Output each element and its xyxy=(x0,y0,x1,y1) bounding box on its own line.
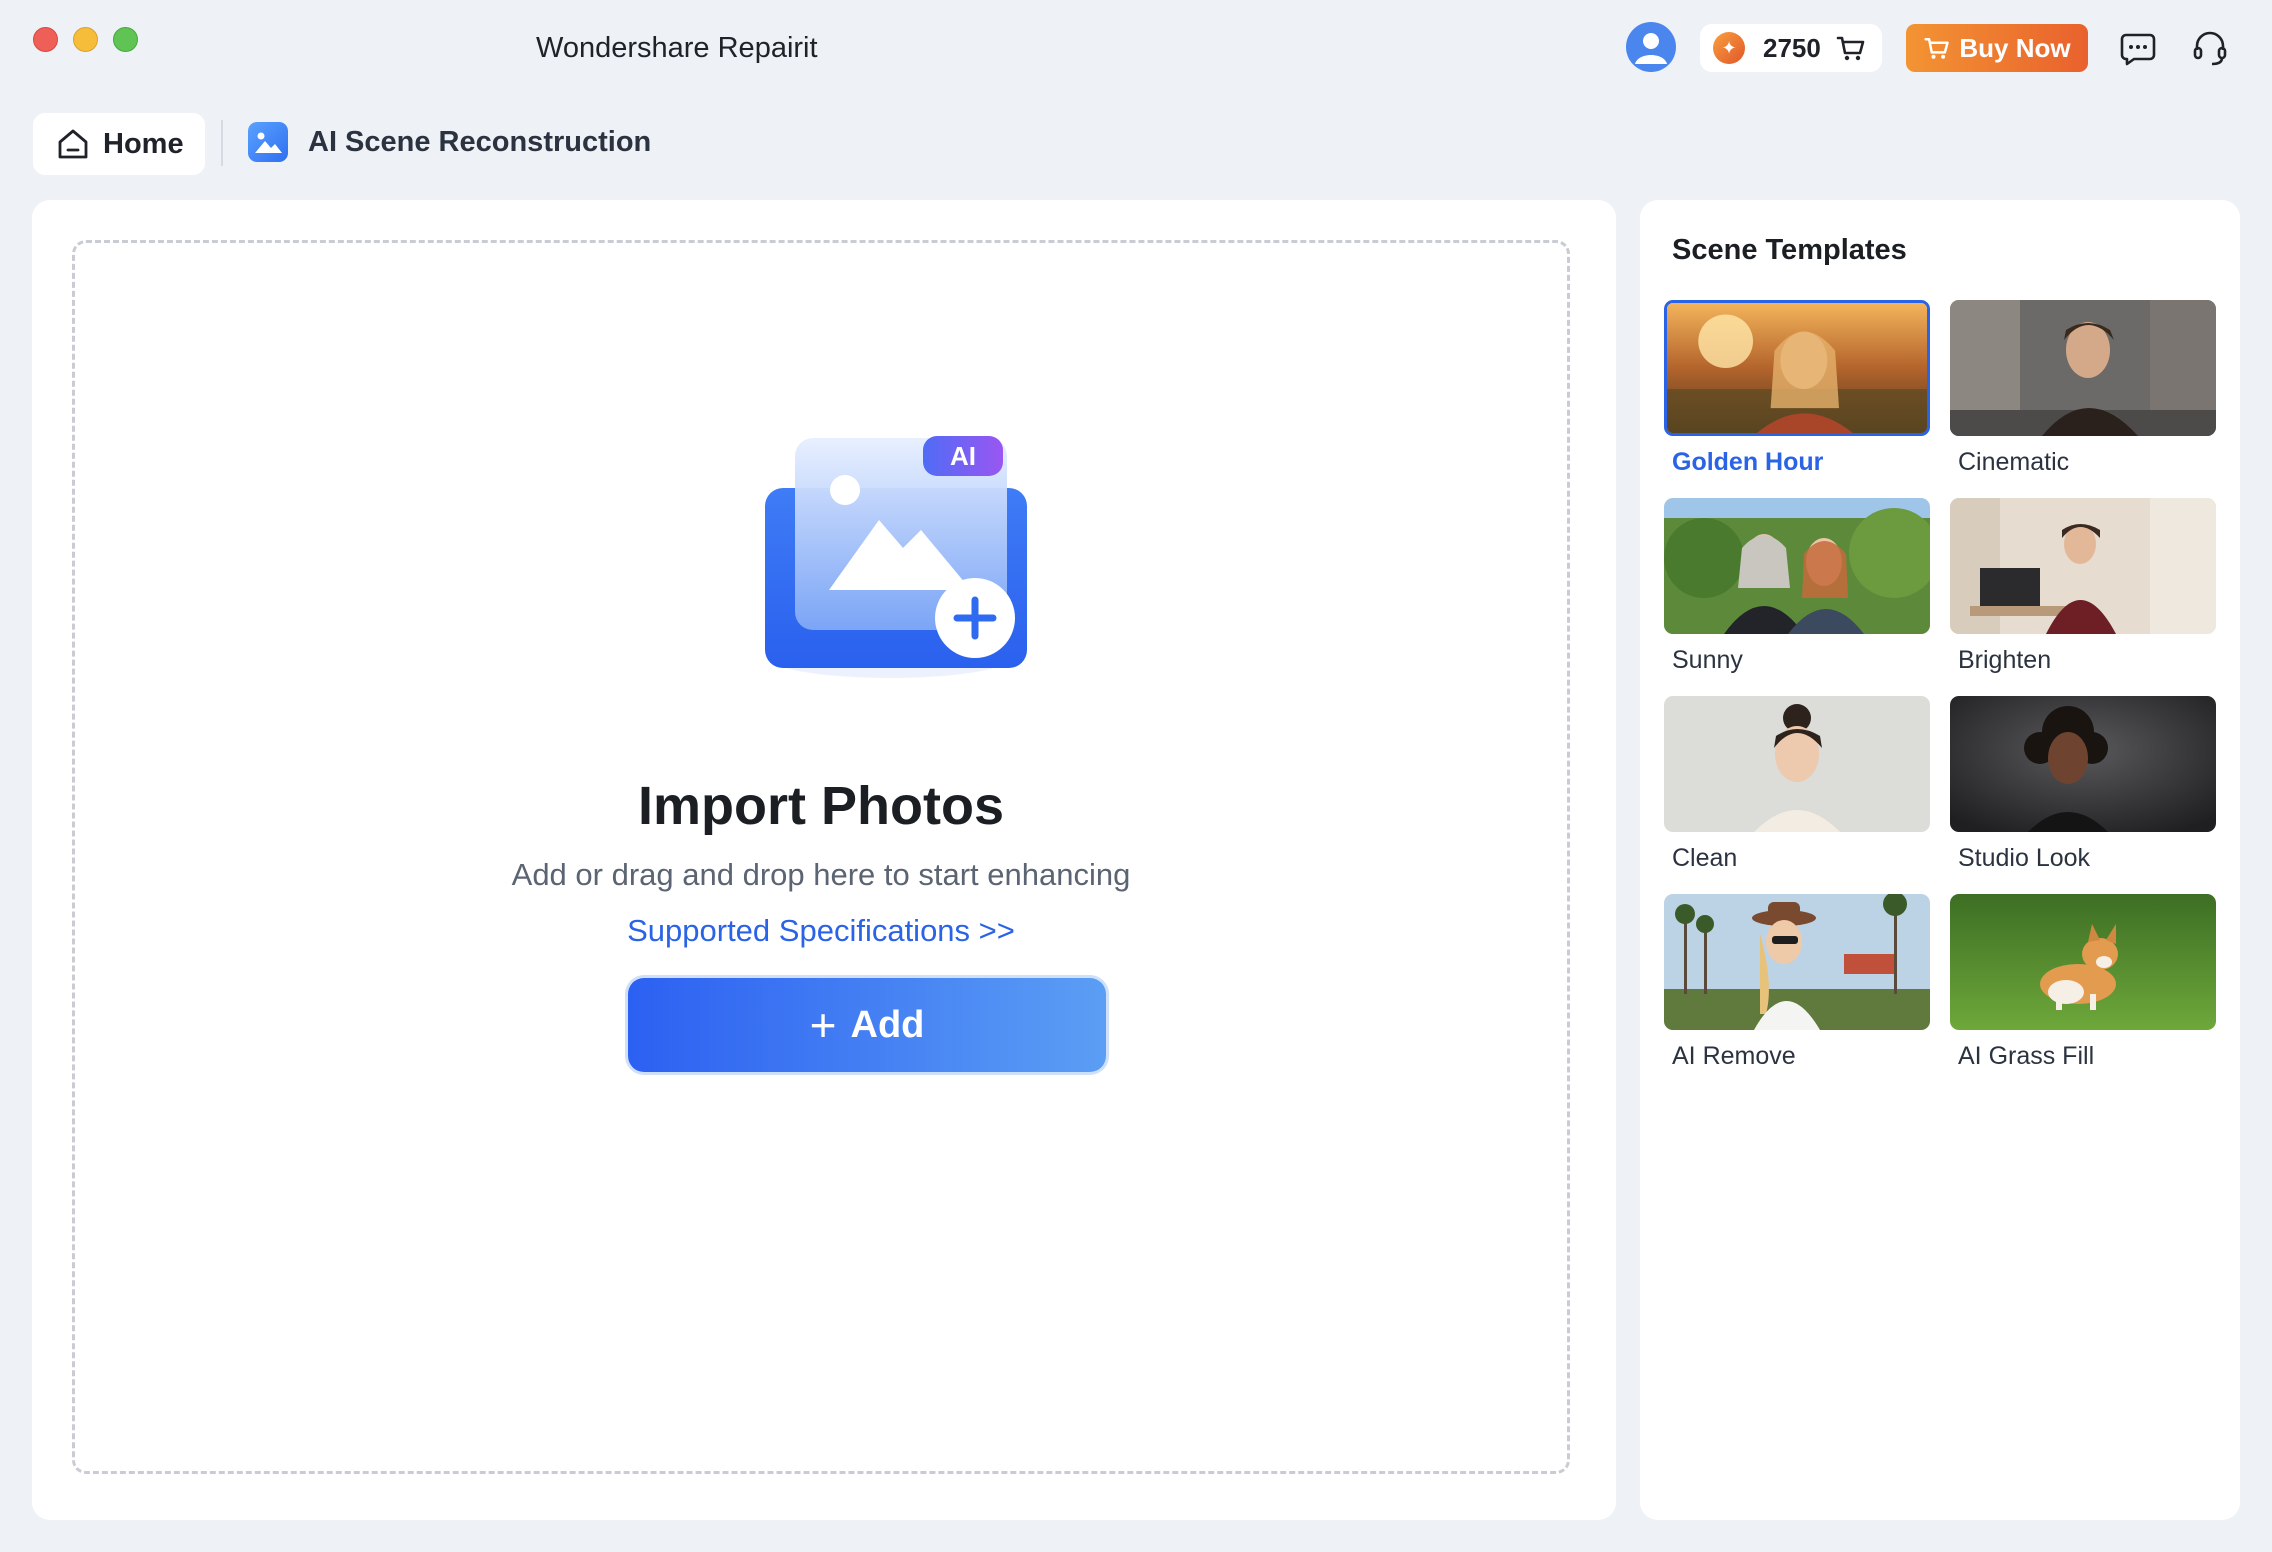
buy-now-button[interactable]: Buy Now xyxy=(1906,24,2088,72)
template-ai-grass-fill[interactable]: AI Grass Fill xyxy=(1950,894,2216,1071)
template-thumbnail xyxy=(1950,300,2216,436)
credits-count: 2750 xyxy=(1763,32,1821,63)
scene-templates-panel: Scene Templates Golden Hour Cinematic Su… xyxy=(1640,200,2240,1520)
template-cinematic[interactable]: Cinematic xyxy=(1950,300,2216,477)
template-thumbnail xyxy=(1664,498,1930,634)
import-panel: AI Import Photos Add or drag and drop he… xyxy=(32,200,1616,1520)
template-thumbnail xyxy=(1950,498,2216,634)
template-label: Brighten xyxy=(1958,646,2052,674)
plus-icon: + xyxy=(809,999,837,1051)
credits-widget[interactable]: ✦ 2750 xyxy=(1700,24,1882,72)
add-button[interactable]: + Add xyxy=(628,978,1106,1072)
template-thumbnail xyxy=(1664,696,1930,832)
template-golden-hour[interactable]: Golden Hour xyxy=(1664,300,1930,477)
import-subtitle: Add or drag and drop here to start enhan… xyxy=(511,857,1131,892)
template-brighten[interactable]: Brighten xyxy=(1950,498,2216,675)
app-title: Wondershare Repairit xyxy=(536,32,818,64)
support-headset-icon[interactable] xyxy=(2190,28,2230,68)
supported-specifications-link[interactable]: Supported Specifications >> xyxy=(75,913,1567,949)
title-bar: Wondershare Repairit ✦ 2750 Buy Now xyxy=(0,0,2272,100)
user-avatar-icon[interactable] xyxy=(1626,22,1676,72)
add-label: Add xyxy=(850,1003,925,1046)
import-title: Import Photos xyxy=(638,776,1004,836)
nav-divider xyxy=(221,120,223,166)
window-minimize-button[interactable] xyxy=(73,27,98,52)
chat-icon[interactable] xyxy=(2118,28,2158,68)
template-ai-remove[interactable]: AI Remove xyxy=(1664,894,1930,1071)
ai-badge: AI xyxy=(950,441,976,471)
template-thumbnail xyxy=(1664,894,1930,1030)
template-thumbnail xyxy=(1950,696,2216,832)
home-icon xyxy=(58,129,88,159)
template-thumbnail xyxy=(1664,300,1930,436)
template-label: Studio Look xyxy=(1958,844,2091,872)
scene-templates-title: Scene Templates xyxy=(1672,234,1907,266)
photo-dropzone[interactable]: AI Import Photos Add or drag and drop he… xyxy=(72,240,1570,1474)
template-label: Sunny xyxy=(1672,646,1743,674)
current-tool-label: AI Scene Reconstruction xyxy=(308,126,652,158)
template-label: AI Remove xyxy=(1672,1042,1796,1070)
import-photo-illustration: AI xyxy=(765,436,1027,678)
template-label: Golden Hour xyxy=(1672,448,1824,476)
template-label: AI Grass Fill xyxy=(1958,1042,2095,1070)
template-clean[interactable]: Clean xyxy=(1664,696,1930,873)
cart-icon[interactable] xyxy=(1835,32,1867,64)
template-label: Cinematic xyxy=(1958,448,2070,476)
home-tab[interactable]: Home xyxy=(33,113,205,175)
supported-specifications-label[interactable]: Supported Specifications >> xyxy=(627,913,1015,948)
credits-coin-icon: ✦ xyxy=(1713,32,1745,64)
template-studio-look[interactable]: Studio Look xyxy=(1950,696,2216,873)
template-thumbnail xyxy=(1950,894,2216,1030)
buy-now-label: Buy Now xyxy=(1959,32,2071,63)
home-label: Home xyxy=(103,127,184,160)
buy-cart-icon xyxy=(1924,38,1950,59)
template-sunny[interactable]: Sunny xyxy=(1664,498,1930,675)
scene-reconstruction-icon xyxy=(248,122,288,162)
window-maximize-button[interactable] xyxy=(113,27,138,52)
template-label: Clean xyxy=(1672,844,1738,872)
window-close-button[interactable] xyxy=(33,27,58,52)
